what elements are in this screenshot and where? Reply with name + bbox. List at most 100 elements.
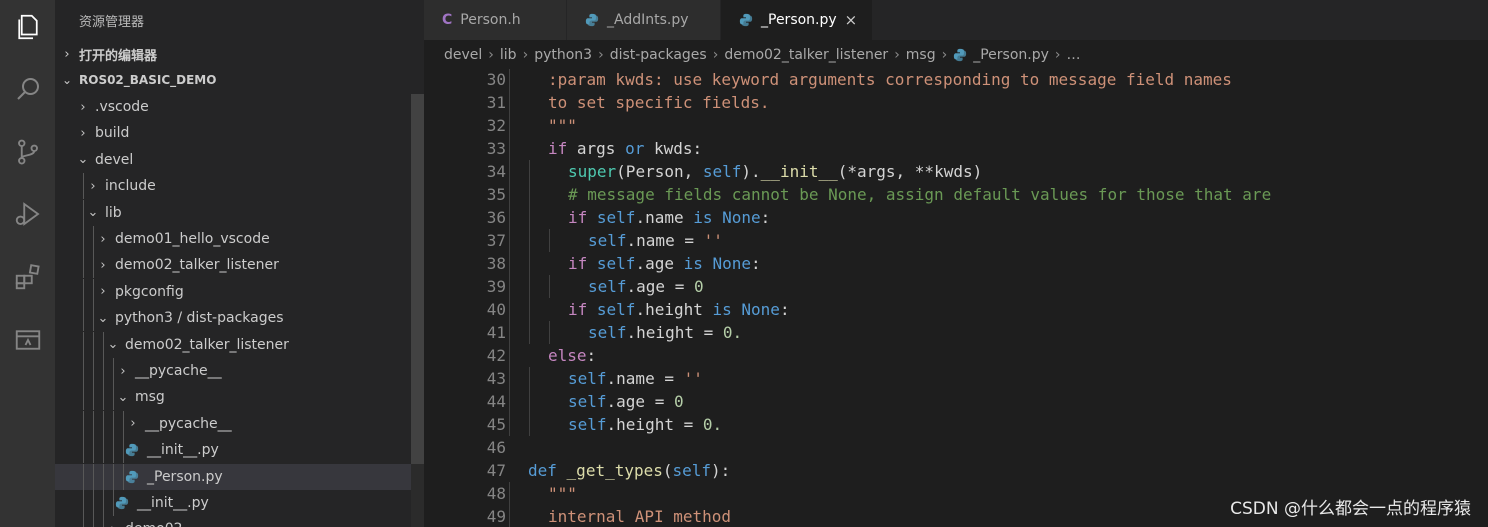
code-token: .height [635,300,713,319]
code-line: def _get_types(self): [528,459,730,482]
breadcrumb-item[interactable]: demo02_talker_listener [724,47,888,63]
sidebar-title: 资源管理器 [79,15,145,30]
code-token: kwds: [644,139,703,158]
indent-guide [549,321,550,344]
chevron-right-icon: › [64,46,70,62]
code-token: 0. [722,323,743,342]
breadcrumb: devel › lib › python3 › dist-packages › demo02_t… [424,40,1488,69]
indent-guide [93,463,94,490]
chevron-down-icon: ⌄ [77,152,89,168]
code-token: self [588,231,627,250]
breadcrumb-item[interactable]: devel [444,47,482,63]
indent-guide [509,413,510,436]
code-token: self [588,323,627,342]
indent-guide [93,226,94,252]
tree-folder-item[interactable]: ⌄ python3 / dist-packages [55,305,411,332]
indent-guide [529,160,530,183]
breadcrumb-item[interactable]: _Person.py [973,47,1049,63]
tree-file-item[interactable]: __init__.py [55,437,411,464]
indent-guide [509,344,510,367]
code-token: if [568,300,588,319]
sidebar-scrollbar-thumb[interactable] [411,94,424,464]
tab-person-py[interactable]: _Person.py × [721,0,873,40]
indent-guide [113,410,114,437]
code-token: : [751,254,761,273]
search-icon[interactable] [0,64,55,114]
open-editors-label: 打开的编辑器 [79,48,158,64]
code-line: to set specific fields. [548,91,770,114]
indent-guide [93,358,94,384]
tree-folder-item[interactable]: › .vscode [55,94,411,120]
chevron-right-icon: › [100,284,106,300]
tab-addints-py[interactable]: _AddInts.py [567,0,721,40]
open-editors-section[interactable]: › 打开的编辑器 [55,41,424,67]
code-line: self.age = 0 [588,275,704,298]
tree-folder-item[interactable]: ⌄ devel [55,147,411,173]
chevron-right-icon: › [100,231,106,247]
indent-guide [509,321,510,344]
python-file-icon [954,48,967,61]
tree-item-label: include [105,178,156,195]
indent-guide [93,384,94,411]
tree-folder-item[interactable]: › build [55,120,411,146]
indent-guide [123,463,124,490]
tree-folder-item[interactable]: › include [55,173,411,200]
line-number: 41 [486,323,506,342]
code-line: if self.height is None: [568,298,790,321]
tab-bar: C Person.h _AddInts.py _Person.py × [424,0,1488,40]
indent-guide [509,91,510,114]
explorer-icon[interactable] [0,2,55,52]
tree-item-label: __pycache__ [145,415,232,432]
tab-person-h[interactable]: C Person.h [424,0,567,40]
extensions-icon[interactable] [0,252,55,302]
tree-folder-item[interactable]: › demo02_... [55,516,411,527]
tab-label: Person.h [460,12,521,28]
workspace-section[interactable]: ⌄ ROS02_BASIC_DEMO [55,67,424,93]
code-token: self [568,415,607,434]
tree-folder-item[interactable]: ⌄ lib [55,199,411,226]
indent-guide [509,505,510,527]
code-token: .name = [606,369,684,388]
indent-guide [83,384,84,411]
indent-guide [509,160,510,183]
line-number: 34 [486,162,506,181]
line-number: 40 [486,300,506,319]
tree-file-item[interactable]: __init__.py [55,490,411,516]
remote-explorer-icon[interactable] [0,315,55,365]
breadcrumb-item[interactable]: msg [906,47,936,63]
breadcrumb-item[interactable]: python3 [534,47,592,63]
indent-guide [509,137,510,160]
code-token: is [712,300,732,319]
tree-folder-item[interactable]: ⌄ msg [55,384,411,411]
tree-item-label: pkgconfig [115,283,184,300]
code-token: '' [683,369,703,388]
tree-item-label: msg [135,389,165,406]
code-token: .height = [606,415,703,434]
breadcrumb-item[interactable]: lib [500,47,517,63]
code-token: if [568,208,588,227]
breadcrumb-item[interactable]: dist-packages [610,47,707,63]
code-token: or [625,139,645,158]
activity-bar [0,0,55,527]
breadcrumb-item[interactable]: … [1067,47,1081,63]
tree-folder-item[interactable]: › __pycache__ [55,358,411,384]
code-token: self [672,461,712,480]
run-debug-icon[interactable] [0,189,55,239]
source-control-icon[interactable] [0,127,55,177]
line-number: 45 [486,415,506,434]
indent-guide [113,358,114,384]
tree-folder-item[interactable]: › demo02_talker_listener [55,252,411,279]
line-number: 49 [486,507,506,526]
indent-guide [103,437,104,464]
chevron-down-icon: ⌄ [97,310,109,326]
indent-guide [83,490,84,516]
indent-guide [93,278,94,305]
close-icon[interactable]: × [845,11,858,29]
code-token: """ [548,116,577,135]
tree-folder-item[interactable]: › __pycache__ [55,410,411,437]
tree-folder-item[interactable]: › pkgconfig [55,278,411,305]
tree-file-item[interactable]: _Person.py [55,463,411,490]
code-editor[interactable]: 30:param kwds: use keyword arguments cor… [424,69,1488,527]
tree-folder-item[interactable]: › demo01_hello_vscode [55,226,411,252]
tree-folder-item[interactable]: ⌄ demo02_talker_listener [55,331,411,358]
